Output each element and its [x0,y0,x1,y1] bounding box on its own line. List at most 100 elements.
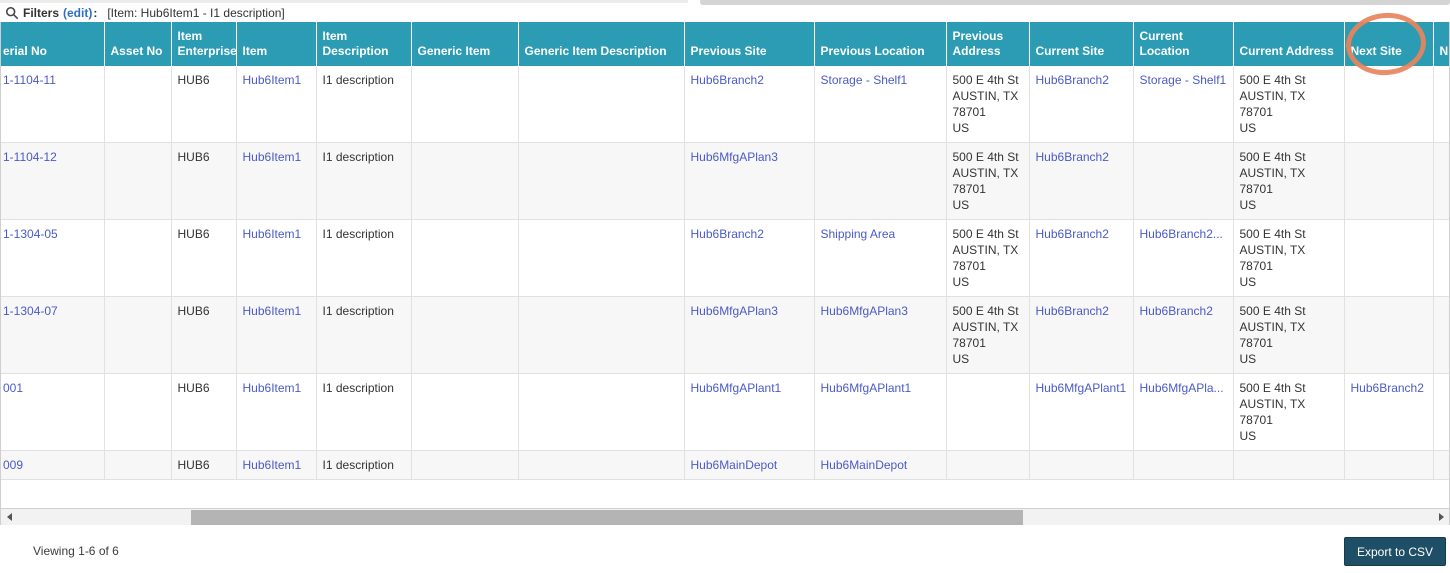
cell-previous-site[interactable]: Hub6Branch2 [684,219,815,297]
cell-generic-item-description [518,219,685,297]
cell-current-site[interactable]: Hub6Branch2 [1029,219,1134,297]
table-row: 001 HUB6 Hub6Item1 I1 description Hub6MfgAPl… [1,373,1449,451]
column-header-item[interactable]: Item [236,22,317,66]
column-header-asset-no[interactable]: Asset No [104,22,172,66]
column-header-item-description[interactable]: Item Description [316,22,412,66]
cell-current-location[interactable]: Hub6MfgAPla... [1133,373,1234,451]
column-header-current-address[interactable]: Current Address [1233,22,1345,66]
cell-current-location[interactable]: Hub6Branch2... [1133,219,1234,297]
asset-tracking-table: erial No Asset No Item Enterprise Item Item … [1,22,1449,480]
column-header-generic-item-description[interactable]: Generic Item Description [518,22,685,66]
cell-current-location[interactable]: Hub6Branch2 [1133,296,1234,374]
cell-generic-item-description [518,142,685,220]
cell-item[interactable]: Hub6Item1 [236,142,317,220]
cell-item[interactable]: Hub6Item1 [236,373,317,451]
horizontal-scrollbar[interactable] [1,508,1449,525]
filters-edit-link[interactable]: (edit) [63,6,92,20]
cell-n [1433,142,1449,220]
cell-previous-location[interactable]: Hub6MainDepot [814,450,947,480]
scroll-right-arrow[interactable] [1433,509,1449,525]
cell-item-description: I1 description [316,296,412,374]
cell-item-description: I1 description [316,219,412,297]
column-header-erial-no[interactable]: erial No [1,22,105,66]
scrollbar-thumb[interactable] [191,510,1023,525]
cell-current-address: 500 E 4th St AUSTIN, TX 78701 US [1233,373,1345,451]
cell-item-enterprise: HUB6 [171,66,237,143]
cell-asset-no [104,142,172,220]
cell-previous-location [814,142,947,220]
cell-n [1433,373,1449,451]
cell-n [1433,219,1449,297]
cell-previous-location[interactable]: Shipping Area [814,219,947,297]
cell-current-site[interactable]: Hub6MfgAPlant1 [1029,373,1134,451]
cell-next-site [1344,450,1434,480]
column-header-n[interactable]: N [1433,22,1449,66]
cell-generic-item [411,219,519,297]
cell-erial-no[interactable]: 1-1104-11 [1,66,105,143]
cell-asset-no [104,450,172,480]
filters-label: Filters [23,6,60,20]
cell-generic-item [411,373,519,451]
scroll-left-arrow[interactable] [1,509,17,525]
cell-current-address [1233,450,1345,480]
cell-current-location[interactable]: Storage - Shelf1 [1133,66,1234,143]
cropped-ui-edge-left [0,0,688,3]
cell-generic-item-description [518,373,685,451]
cell-item[interactable]: Hub6Item1 [236,219,317,297]
cell-next-site[interactable]: Hub6Branch2 [1344,373,1434,451]
cell-item[interactable]: Hub6Item1 [236,296,317,374]
cell-item[interactable]: Hub6Item1 [236,450,317,480]
cell-previous-address [946,373,1030,451]
table-row: 1-1104-12 HUB6 Hub6Item1 I1 description Hub6… [1,142,1449,220]
cell-generic-item-description [518,450,685,480]
cell-previous-site[interactable]: Hub6Branch2 [684,66,815,143]
cell-previous-address: 500 E 4th St AUSTIN, TX 78701 US [946,219,1030,297]
cell-previous-location[interactable]: Storage - Shelf1 [814,66,947,143]
column-header-previous-site[interactable]: Previous Site [684,22,815,66]
cell-item-enterprise: HUB6 [171,219,237,297]
cell-current-location [1133,450,1234,480]
column-header-previous-location[interactable]: Previous Location [814,22,947,66]
cell-current-site [1029,450,1134,480]
cell-generic-item [411,142,519,220]
cell-generic-item [411,66,519,143]
cell-item-description: I1 description [316,66,412,143]
cell-generic-item-description [518,66,685,143]
cell-item-description: I1 description [316,373,412,451]
cell-item-enterprise: HUB6 [171,450,237,480]
cell-next-site [1344,296,1434,374]
cell-item-enterprise: HUB6 [171,142,237,220]
export-csv-button[interactable]: Export to CSV [1343,537,1446,566]
column-header-current-site[interactable]: Current Site [1029,22,1134,66]
cell-erial-no[interactable]: 1-1304-05 [1,219,105,297]
cell-erial-no[interactable]: 1-1304-07 [1,296,105,374]
table-row: 1-1304-07 HUB6 Hub6Item1 I1 description Hub6… [1,296,1449,374]
column-header-next-site[interactable]: Next Site [1344,22,1434,66]
cropped-ui-edge-right [700,0,1450,5]
cell-current-site[interactable]: Hub6Branch2 [1029,296,1134,374]
cell-previous-site[interactable]: Hub6MainDepot [684,450,815,480]
cell-item-description: I1 description [316,142,412,220]
cell-n [1433,296,1449,374]
cell-current-site[interactable]: Hub6Branch2 [1029,142,1134,220]
column-header-current-location[interactable]: Current Location [1133,22,1234,66]
column-header-previous-address[interactable]: Previous Address [946,22,1030,66]
cell-current-site[interactable]: Hub6Branch2 [1029,66,1134,143]
cell-erial-no[interactable]: 001 [1,373,105,451]
cell-previous-location[interactable]: Hub6MfgAPlant1 [814,373,947,451]
table-header-row: erial No Asset No Item Enterprise Item Item … [1,22,1449,66]
cell-current-address: 500 E 4th St AUSTIN, TX 78701 US [1233,142,1345,220]
cell-previous-site[interactable]: Hub6MfgAPlant1 [684,373,815,451]
cell-item[interactable]: Hub6Item1 [236,66,317,143]
cell-erial-no[interactable]: 1-1104-12 [1,142,105,220]
column-header-generic-item[interactable]: Generic Item [411,22,519,66]
cell-previous-address: 500 E 4th St AUSTIN, TX 78701 US [946,142,1030,220]
filters-colon: : [93,6,98,20]
cell-item-enterprise: HUB6 [171,296,237,374]
cell-previous-site[interactable]: Hub6MfgAPlan3 [684,142,815,220]
cell-erial-no[interactable]: 009 [1,450,105,480]
column-header-item-enterprise[interactable]: Item Enterprise [171,22,237,66]
cell-previous-location[interactable]: Hub6MfgAPlan3 [814,296,947,374]
table-row: 1-1304-05 HUB6 Hub6Item1 I1 description Hub6… [1,219,1449,297]
cell-previous-site[interactable]: Hub6MfgAPlan3 [684,296,815,374]
